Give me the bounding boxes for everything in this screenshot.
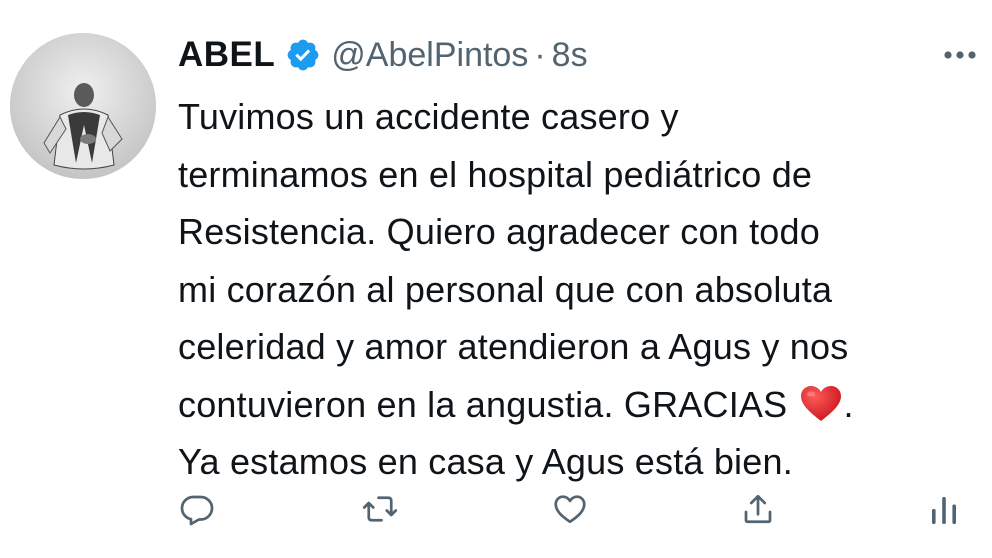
reply-icon[interactable] (175, 487, 219, 531)
tweet-text-line: mi corazón al personal que con absoluta (178, 268, 833, 310)
analytics-icon[interactable] (922, 487, 966, 531)
tweet-text-line-with-emoji: contuvieron en la angustia. GRACIAS . (178, 376, 978, 434)
display-name[interactable]: ABEL (178, 35, 275, 75)
retweet-icon[interactable] (358, 487, 402, 531)
tweet-text-line: Tuvimos un accidente casero y (178, 96, 679, 137)
tweet-text-line: Ya estamos en casa y Agus está bien. (178, 441, 793, 482)
tweet-header: ABEL @AbelPintos · 8s (178, 30, 588, 80)
tweet-text-line: terminamos en el hospital pediátrico de (178, 153, 813, 195)
more-options-icon[interactable] (938, 40, 982, 70)
tweet-text: Tuvimos un accidente casero y terminamos… (178, 88, 978, 491)
avatar[interactable] (10, 33, 156, 179)
red-heart-emoji-icon (800, 382, 842, 421)
like-icon[interactable] (548, 487, 592, 531)
tweet-text-line: Resistencia. Quiero agradecer con todo (178, 211, 820, 252)
handle[interactable]: @AbelPintos (331, 36, 528, 75)
timestamp[interactable]: 8s (552, 36, 588, 75)
tweet-card: ABEL @AbelPintos · 8s Tuvimos un acciden… (0, 0, 992, 558)
verified-badge-icon (285, 37, 321, 73)
separator-dot: · (534, 35, 546, 74)
avatar-photo (10, 33, 156, 179)
tweet-text-segment: contuvieron en la angustia. GRACIAS (178, 383, 788, 425)
share-icon[interactable] (736, 487, 780, 531)
tweet-text-segment: . (843, 383, 854, 425)
tweet-text-line: celeridad y amor atendieron a Agus y nos (178, 326, 849, 367)
